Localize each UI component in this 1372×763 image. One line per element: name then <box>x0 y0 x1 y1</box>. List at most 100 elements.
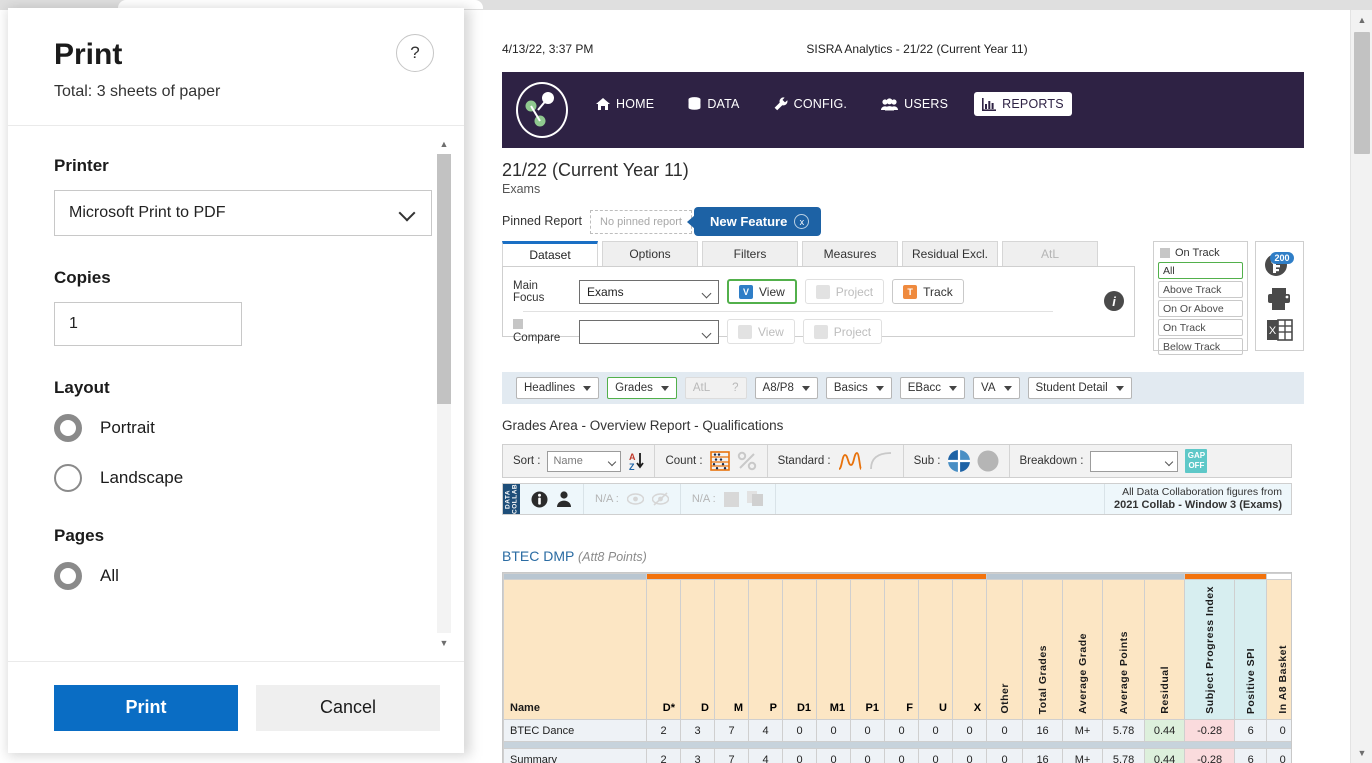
filter-student-detail[interactable]: Student Detail <box>1027 377 1132 399</box>
col-total-grades: Total Grades <box>1022 579 1064 720</box>
track-button[interactable]: T Track <box>892 279 964 304</box>
layout-option-portrait[interactable]: Portrait <box>54 414 434 442</box>
sisra-logo-icon <box>516 82 568 138</box>
pinned-report-row: Pinned Report No pinned report New Featu… <box>502 207 1202 238</box>
dialog-scrollbar[interactable]: ▲ ▼ <box>434 136 454 651</box>
table-row[interactable]: Summary 2 3 7 4 0 0 0 0 0 0 0 16 M+ 5.78… <box>503 748 1291 763</box>
radio-all-pages[interactable] <box>54 562 82 590</box>
excel-export-icon[interactable]: X <box>1266 318 1293 342</box>
compare-checkbox[interactable] <box>513 319 523 329</box>
view-badge-icon: V <box>739 284 753 299</box>
printer-icon[interactable] <box>1267 287 1293 311</box>
filter-atl-help: ? <box>732 382 739 394</box>
print-button[interactable]: Print <box>54 684 238 731</box>
filter-ebacc[interactable]: EBacc <box>899 377 965 399</box>
table-row[interactable]: BTEC Dance 2 3 7 4 0 0 0 0 0 0 0 16 M+ 5… <box>503 719 1291 742</box>
compare-label[interactable]: Compare <box>513 319 571 344</box>
new-feature-label: New Feature <box>710 214 788 229</box>
cell-other: 0 <box>986 719 1024 742</box>
cell-dstar: 2 <box>646 748 681 763</box>
col-f: F <box>884 579 919 720</box>
pages-option-all[interactable]: All <box>54 562 434 590</box>
key-icon-wrap[interactable]: 200 <box>1263 250 1297 280</box>
standard-label: Standard : <box>777 455 831 467</box>
gap-toggle[interactable]: GAP OFF <box>1185 449 1208 473</box>
scroll-down-icon[interactable]: ▼ <box>1351 743 1372 763</box>
main-focus-select[interactable]: Exams <box>579 279 719 304</box>
nav-item-config-label: CONFIG. <box>793 97 848 111</box>
main-focus-row: Main Focus Exams V View Project T Track <box>513 279 964 304</box>
distribution-curve-icon[interactable] <box>838 451 862 471</box>
view-button[interactable]: V View <box>727 279 797 304</box>
nav-item-reports[interactable]: REPORTS <box>974 92 1072 116</box>
project-button-label: Project <box>835 284 874 299</box>
on-track-checkbox[interactable] <box>1160 248 1170 258</box>
info-icon[interactable]: i <box>1104 291 1124 311</box>
breakdown-select[interactable] <box>1090 450 1179 472</box>
nav-item-data[interactable]: DATA <box>680 92 747 116</box>
pinned-report-placeholder[interactable]: No pinned report <box>590 210 692 234</box>
chevron-down-icon <box>1003 385 1012 391</box>
scroll-up-icon[interactable]: ▲ <box>1351 10 1372 30</box>
radio-landscape[interactable] <box>54 464 82 492</box>
person-icon[interactable] <box>556 490 572 508</box>
tab-dataset[interactable]: Dataset <box>502 241 598 266</box>
printer-select[interactable]: Microsoft Print to PDF <box>54 190 432 236</box>
tab-options[interactable]: Options <box>602 241 698 266</box>
close-icon[interactable]: x <box>794 214 810 229</box>
tab-filters[interactable]: Filters <box>702 241 798 266</box>
pie-segments-icon[interactable] <box>947 450 970 472</box>
tab-residual-excl[interactable]: Residual Excl. <box>902 241 998 266</box>
track-item-on-track[interactable]: On Track <box>1158 319 1243 336</box>
cell-u: 0 <box>918 748 953 763</box>
solid-circle-icon[interactable] <box>977 450 999 472</box>
nav-item-home[interactable]: HOME <box>588 92 662 116</box>
track-item-above-track[interactable]: Above Track <box>1158 281 1243 298</box>
dialog-scroll-up-icon[interactable]: ▲ <box>434 136 454 152</box>
filter-a8p8[interactable]: A8/P8 <box>754 377 818 399</box>
dialog-header: Print Total: 3 sheets of paper ? <box>8 8 464 126</box>
row-name: BTEC Dance <box>503 719 647 742</box>
on-track-header[interactable]: On Track <box>1160 247 1243 259</box>
printer-select-value: Microsoft Print to PDF <box>69 204 226 221</box>
nav-item-data-label: DATA <box>707 97 740 111</box>
qualifications-table: Name D* D M P D1 M1 P1 F U X Other Total… <box>502 572 1292 763</box>
collab-compare-segment: N/A : <box>681 484 776 514</box>
cell-subject-progress-index: -0.28 <box>1184 748 1236 763</box>
tab-measures[interactable]: Measures <box>802 241 898 266</box>
filter-headlines[interactable]: Headlines <box>516 377 600 399</box>
filter-va[interactable]: VA <box>973 377 1020 399</box>
scrollbar-thumb[interactable] <box>1354 32 1370 154</box>
track-item-below-track[interactable]: Below Track <box>1158 338 1243 355</box>
help-icon[interactable]: ? <box>396 34 434 72</box>
filter-basics[interactable]: Basics <box>825 377 892 399</box>
radio-portrait[interactable] <box>54 414 82 442</box>
svg-text:A: A <box>629 452 636 462</box>
compare-select[interactable] <box>579 319 719 344</box>
info-icon[interactable] <box>531 491 548 508</box>
track-item-all[interactable]: All <box>1158 262 1243 279</box>
dialog-scrollbar-thumb[interactable] <box>437 154 451 404</box>
cell-d1: 0 <box>782 748 817 763</box>
filter-a8p8-label: A8/P8 <box>762 382 794 394</box>
nav-item-config[interactable]: CONFIG. <box>766 92 855 116</box>
cumulative-curve-icon[interactable] <box>869 451 893 471</box>
abacus-count-icon[interactable] <box>709 451 730 471</box>
filter-grades[interactable]: Grades <box>607 377 677 399</box>
copy-squares-icon <box>746 491 763 506</box>
col-average-points: Average Points <box>1102 579 1146 720</box>
percent-icon[interactable] <box>737 451 757 471</box>
sort-az-desc-icon[interactable]: A Z <box>628 451 645 471</box>
dialog-scroll-down-icon[interactable]: ▼ <box>434 635 454 651</box>
page-scrollbar[interactable]: ▲ ▼ <box>1350 10 1372 763</box>
nav-item-reports-label: REPORTS <box>1002 97 1064 111</box>
copies-input[interactable]: 1 <box>54 302 242 346</box>
chevron-down-icon <box>583 385 592 391</box>
sort-select[interactable]: Name <box>547 450 622 472</box>
nav-item-users[interactable]: USERS <box>873 92 956 116</box>
compare-project-badge-icon <box>813 324 828 339</box>
cancel-button[interactable]: Cancel <box>256 684 440 731</box>
track-item-on-or-above[interactable]: On Or Above <box>1158 300 1243 317</box>
chevron-down-icon <box>1115 385 1124 391</box>
layout-option-landscape[interactable]: Landscape <box>54 464 434 492</box>
